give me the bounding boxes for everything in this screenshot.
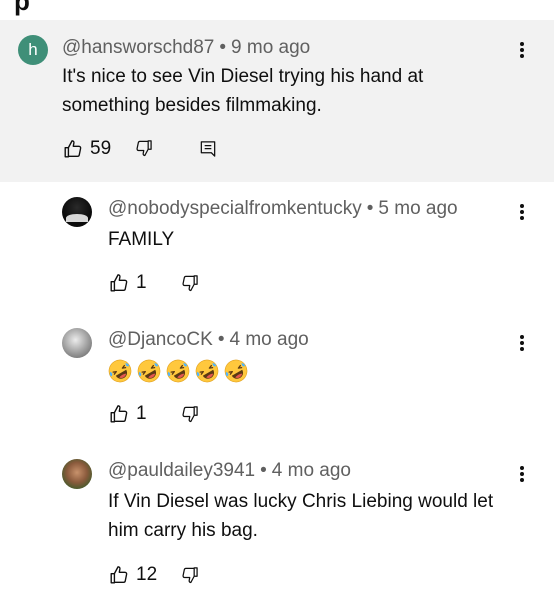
reply-text: FAMILY [108, 229, 175, 250]
separator-dot: • [366, 198, 374, 219]
avatar[interactable] [62, 459, 92, 489]
like-button[interactable]: 12 [108, 564, 157, 586]
comment-text: It's nice to see Vin Diesel trying his h… [62, 66, 424, 116]
reply-meta: @nobodyspecialfromkentucky • 5 mo ago [108, 198, 458, 220]
reply-icon [198, 139, 218, 159]
separator-dot: • [219, 37, 227, 58]
reply-author[interactable]: @DjancoCK [108, 329, 213, 350]
dislike-button[interactable] [134, 138, 154, 158]
thumb-up-icon [108, 272, 130, 294]
avatar[interactable]: h [18, 35, 48, 65]
comment-meta: @hansworschd87 • 9 mo ago [62, 37, 310, 59]
separator-dot: • [260, 460, 267, 481]
reply-time[interactable]: 4 mo ago [229, 329, 308, 350]
previous-section-strip: p [0, 0, 554, 20]
reply-time[interactable]: 5 mo ago [378, 198, 457, 219]
reply-emoji-text [108, 359, 248, 383]
reply-time[interactable]: 4 mo ago [272, 460, 351, 481]
reply-button[interactable] [198, 139, 218, 159]
rofl-emoji-icon [166, 359, 190, 383]
thumb-up-icon [108, 403, 130, 425]
like-button[interactable]: 59 [62, 138, 111, 160]
highlighted-comment: h @hansworschd87 • 9 mo ago It's nice to s… [0, 20, 554, 182]
rofl-emoji-icon [108, 359, 132, 383]
dislike-button[interactable] [180, 273, 200, 293]
like-button[interactable]: 1 [108, 403, 147, 425]
like-count: 12 [136, 564, 158, 585]
like-count: 1 [136, 272, 147, 293]
like-count: 1 [136, 403, 147, 424]
separator-dot: • [217, 329, 225, 350]
rofl-emoji-icon [195, 359, 219, 383]
dislike-button[interactable] [180, 565, 200, 585]
thumb-down-icon [134, 138, 154, 158]
thumb-down-icon [180, 273, 200, 293]
more-options-icon[interactable] [518, 204, 526, 224]
reply-author[interactable]: @nobodyspecialfromkentucky [108, 198, 362, 219]
rofl-emoji-icon [137, 359, 161, 383]
header-fragment: p [14, 0, 30, 16]
avatar[interactable] [62, 197, 92, 227]
avatar[interactable] [62, 328, 92, 358]
reply-meta: @DjancoCK • 4 mo ago [108, 329, 309, 351]
comment-time[interactable]: 9 mo ago [231, 37, 310, 58]
reply-meta: @pauldailey3941 • 4 mo ago [108, 460, 351, 482]
more-options-icon[interactable] [518, 42, 526, 62]
like-button[interactable]: 1 [108, 272, 147, 294]
more-options-icon[interactable] [518, 335, 526, 355]
thumb-up-icon [108, 564, 130, 586]
thumb-down-icon [180, 404, 200, 424]
rofl-emoji-icon [224, 359, 248, 383]
comment-author[interactable]: @hansworschd87 [62, 37, 214, 58]
thumb-down-icon [180, 565, 200, 585]
reply-author[interactable]: @pauldailey3941 [108, 460, 255, 481]
thumb-up-icon [62, 138, 84, 160]
reply-text: If Vin Diesel was lucky Chris Liebing wo… [108, 491, 494, 541]
more-options-icon[interactable] [518, 466, 526, 486]
dislike-button[interactable] [180, 404, 200, 424]
like-count: 59 [90, 138, 112, 159]
